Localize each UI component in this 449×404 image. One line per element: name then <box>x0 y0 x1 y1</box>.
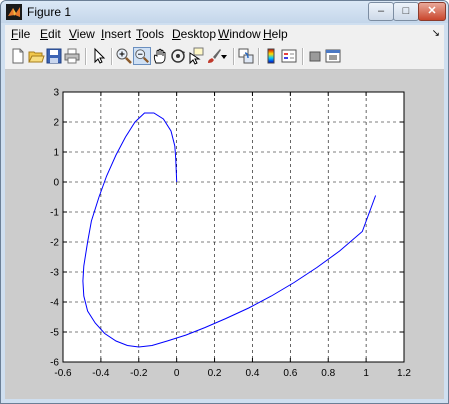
y-tick-label: -3 <box>50 268 59 279</box>
y-tick-label: 0 <box>53 178 59 189</box>
menu-window[interactable]: Window <box>218 27 261 41</box>
dock-arrow-icon[interactable]: ↘ <box>432 28 440 39</box>
x-tick-label: 1.2 <box>397 368 411 379</box>
x-tick-label: -0.6 <box>54 368 72 379</box>
menu-desktop[interactable]: Desktop <box>172 27 216 41</box>
minimize-button[interactable]: – <box>368 2 394 21</box>
menu-insert[interactable]: Insert <box>101 27 131 41</box>
zoom-out-icon[interactable] <box>133 47 151 65</box>
y-tick-label: -2 <box>50 238 59 249</box>
insert-colorbar-icon[interactable] <box>262 47 280 65</box>
x-tick-label: 0 <box>174 368 180 379</box>
x-tick-labels: -0.6 -0.4 -0.2 0 0.2 0.4 0.6 0.8 1 1.2 <box>54 368 411 379</box>
toolbar-separator <box>85 48 87 65</box>
figure-canvas: -0.6 -0.4 -0.2 0 0.2 0.4 0.6 0.8 1 1.2 -6 -5 -4 -3 -2… <box>5 70 444 399</box>
x-tick-label: 0.6 <box>283 368 297 379</box>
link-plot-icon[interactable] <box>237 47 255 65</box>
x-tick-label: -0.4 <box>92 368 110 379</box>
close-button[interactable]: ✕ <box>418 2 446 21</box>
y-tick-label: 2 <box>53 118 59 129</box>
y-tick-label: -6 <box>50 358 59 369</box>
save-figure-icon[interactable] <box>45 47 63 65</box>
toolbar-separator <box>233 48 235 65</box>
y-tick-label: 1 <box>53 148 59 159</box>
axes-background <box>62 91 405 363</box>
toolbar-separator <box>258 48 260 65</box>
matlab-icon <box>6 4 22 20</box>
menu-file[interactable]: File <box>11 27 30 41</box>
y-tick-labels: -6 -5 -4 -3 -2 -1 0 1 2 3 <box>50 88 59 369</box>
title-bar[interactable]: Figure 1 – □ ✕ <box>1 1 448 23</box>
pan-hand-icon[interactable] <box>151 47 169 65</box>
menu-edit[interactable]: Edit <box>40 27 61 41</box>
hide-plot-tools-icon[interactable] <box>306 47 324 65</box>
data-cursor-icon[interactable] <box>187 47 205 65</box>
zoom-in-icon[interactable] <box>115 47 133 65</box>
x-tick-label: 0.4 <box>245 368 259 379</box>
insert-legend-icon[interactable] <box>280 47 298 65</box>
plot-svg[interactable]: -0.6 -0.4 -0.2 0 0.2 0.4 0.6 0.8 1 1.2 -6 -5 -4 -3 -2… <box>5 70 444 399</box>
open-file-icon[interactable] <box>27 47 45 65</box>
x-tick-label: 0.8 <box>321 368 335 379</box>
y-tick-label: -4 <box>50 298 59 309</box>
x-tick-label: 0.2 <box>208 368 222 379</box>
menu-bar: File Edit View Insert Tools Desktop Wind… <box>5 25 444 44</box>
figure-window: Figure 1 – □ ✕ File Edit View Insert Too… <box>0 0 449 404</box>
print-figure-icon[interactable] <box>63 47 81 65</box>
brush-dropdown-icon[interactable] <box>220 47 228 65</box>
menu-tools[interactable]: Tools <box>136 27 164 41</box>
rotate-3d-icon[interactable] <box>169 47 187 65</box>
toolbar-separator <box>111 48 113 65</box>
menu-view[interactable]: View <box>69 27 95 41</box>
window-title: Figure 1 <box>27 5 72 19</box>
y-tick-label: 3 <box>53 88 59 99</box>
edit-plot-icon[interactable] <box>90 47 108 65</box>
show-plot-tools-icon[interactable] <box>324 47 342 65</box>
x-tick-label: 1 <box>363 368 369 379</box>
maximize-button[interactable]: □ <box>393 2 419 21</box>
y-tick-label: -5 <box>50 328 59 339</box>
new-figure-icon[interactable] <box>9 47 27 65</box>
figure-toolbar <box>5 44 444 70</box>
x-tick-label: -0.2 <box>130 368 148 379</box>
y-tick-label: -1 <box>50 208 59 219</box>
menu-help[interactable]: Help <box>263 27 288 41</box>
toolbar-separator <box>302 48 304 65</box>
